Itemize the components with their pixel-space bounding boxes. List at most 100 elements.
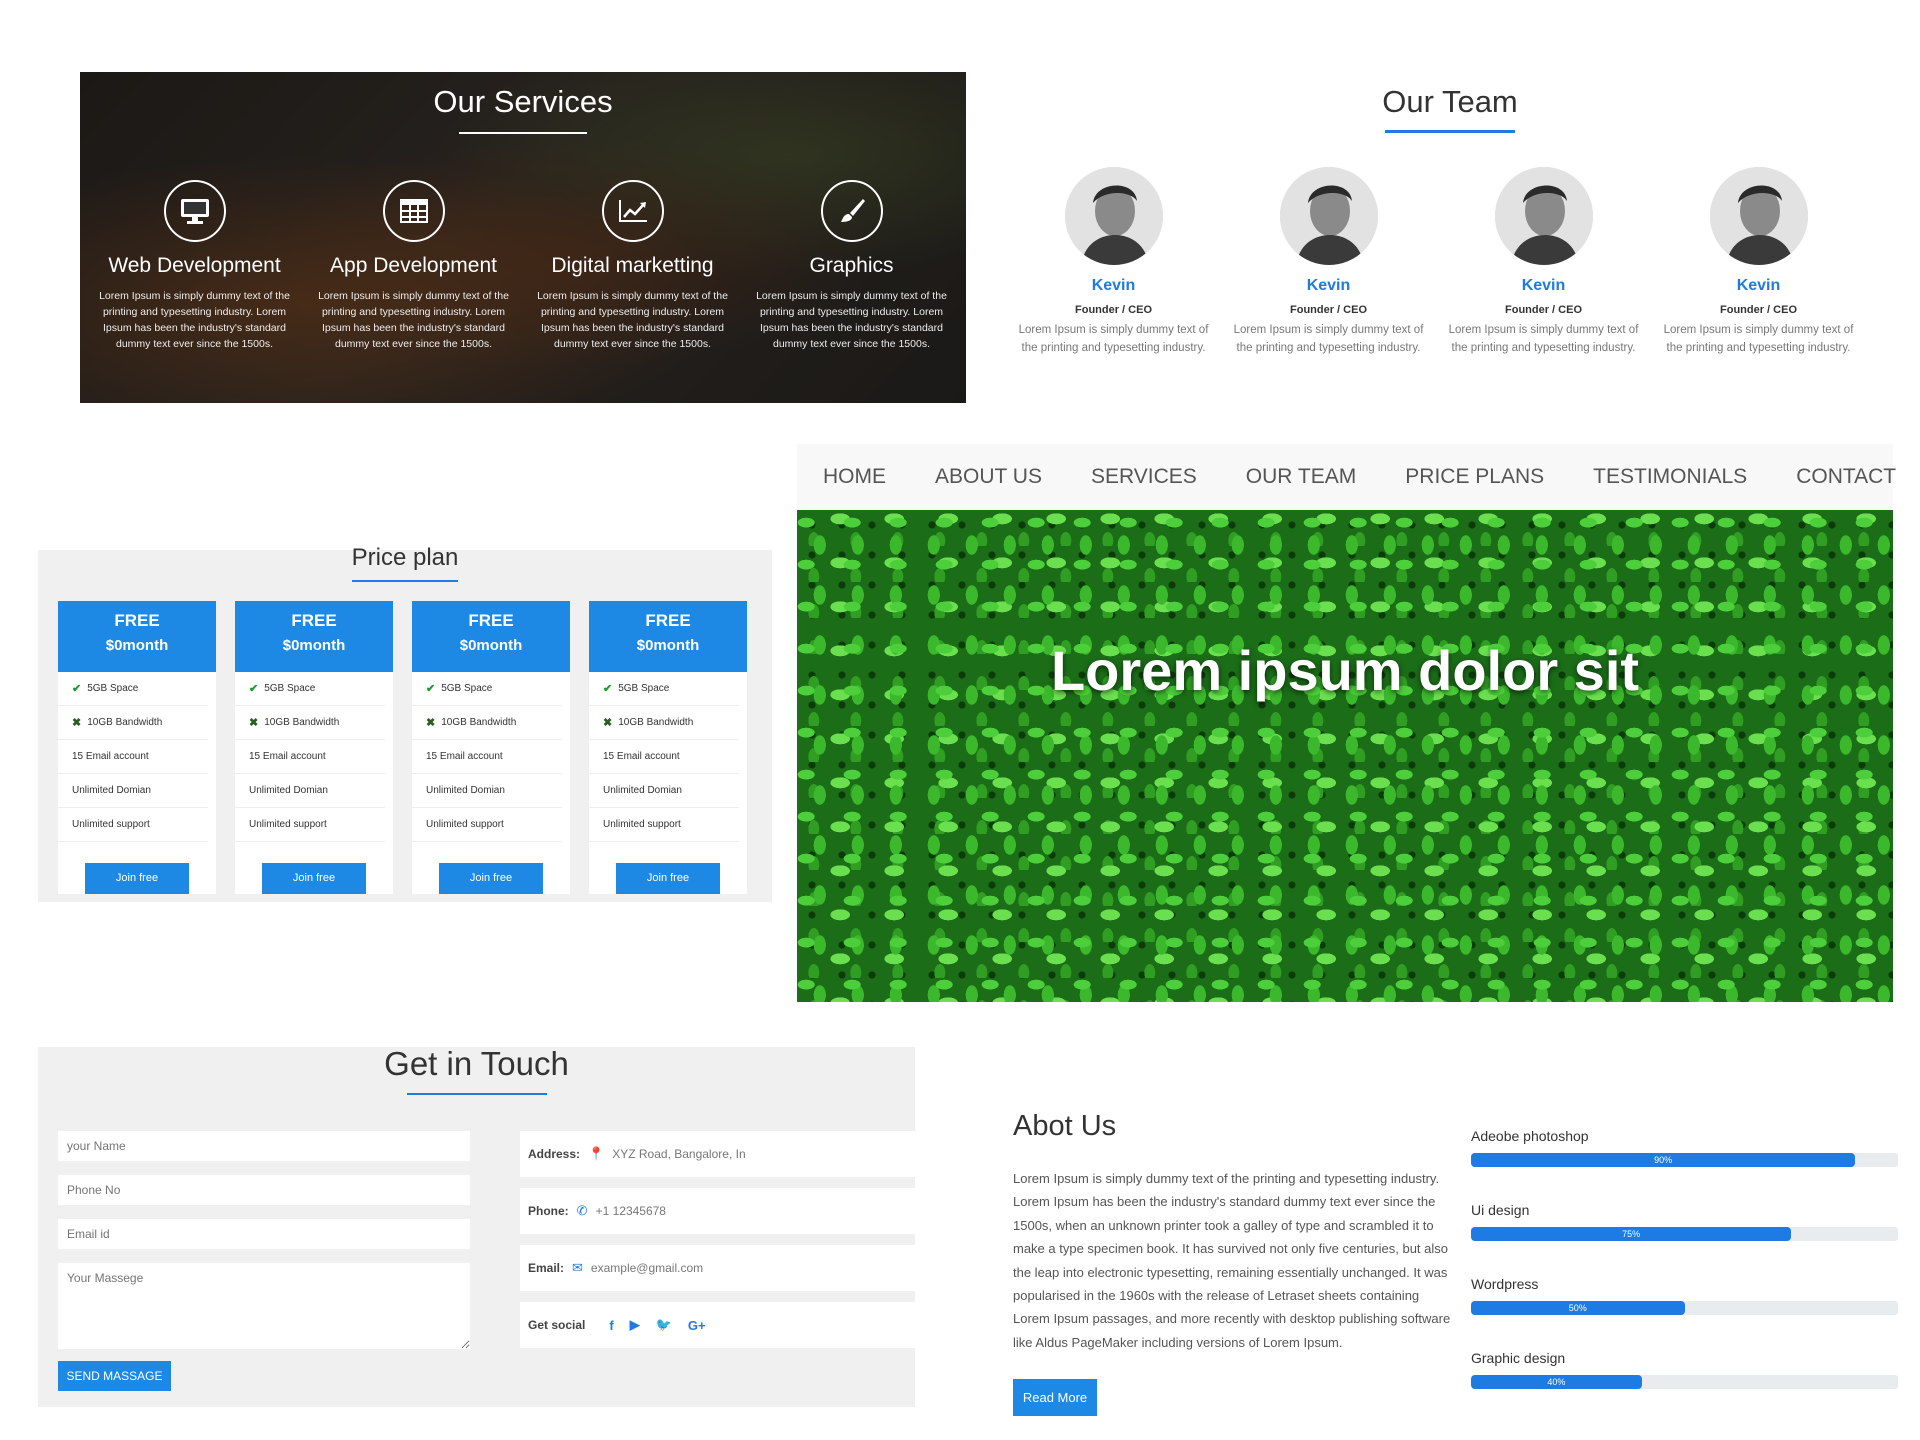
about-section: Abot Us Lorem Ipsum is simply dummy text…	[1013, 1110, 1453, 1417]
nav-testimonials[interactable]: TESTIMONIALS	[1593, 465, 1747, 489]
skill-item: Graphic design 40%	[1471, 1350, 1898, 1389]
join-free-button[interactable]: Join free	[616, 863, 720, 894]
nav-home[interactable]: HOME	[823, 465, 886, 489]
skill-progress-fill: 75%	[1471, 1227, 1792, 1241]
plan-name: FREE	[291, 611, 337, 630]
phone-row: Phone: ✆ +1 12345678	[520, 1188, 915, 1234]
member-desc: Lorem Ipsum is simply dummy text of the …	[1448, 324, 1639, 354]
price-plan-card: FREE $0month ✔ 5GB Space ✖ 10GB Bandwidth …	[235, 601, 393, 894]
plan-feature: Unlimited Domian	[412, 774, 562, 808]
nav-price-plans[interactable]: PRICE PLANS	[1405, 465, 1544, 489]
service-card: Digital marketting Lorem Ipsum is simply…	[523, 180, 742, 352]
team-member-card: Kevin Founder / CEO Lorem Ipsum is simpl…	[1651, 167, 1866, 357]
chart-line-icon	[601, 180, 664, 242]
twitter-icon[interactable]: 🐦	[656, 1317, 672, 1333]
skill-name: Graphic design	[1471, 1350, 1566, 1366]
service-desc: Lorem Ipsum is simply dummy text of the …	[756, 290, 947, 350]
plan-price: $0month	[459, 637, 523, 654]
send-message-button[interactable]: SEND MASSAGE	[58, 1361, 171, 1391]
nav-our-team[interactable]: OUR TEAM	[1246, 465, 1356, 489]
check-icon: ✔	[72, 682, 82, 695]
nav-services[interactable]: SERVICES	[1091, 465, 1197, 489]
member-desc: Lorem Ipsum is simply dummy text of the …	[1663, 324, 1854, 354]
service-desc: Lorem Ipsum is simply dummy text of the …	[318, 290, 509, 350]
plan-feature: Unlimited Domian	[235, 774, 385, 808]
price-plan-card: FREE $0month ✔ 5GB Space ✖ 10GB Bandwidth …	[58, 601, 216, 894]
plan-name: FREE	[468, 611, 514, 630]
service-desc: Lorem Ipsum is simply dummy text of the …	[99, 290, 290, 350]
email-row: Email: ✉ example@gmail.com	[520, 1245, 915, 1291]
facebook-icon[interactable]: f	[609, 1318, 613, 1333]
member-desc: Lorem Ipsum is simply dummy text of the …	[1233, 324, 1424, 354]
message-textarea[interactable]	[58, 1263, 470, 1349]
skill-progress-track: 90%	[1471, 1153, 1898, 1167]
avatar	[1709, 167, 1808, 265]
member-name[interactable]: Kevin	[1436, 277, 1651, 295]
plan-price: $0month	[282, 637, 346, 654]
phone-input[interactable]	[58, 1175, 470, 1205]
services-title-underline	[459, 132, 587, 134]
service-title: Graphics	[809, 254, 894, 277]
service-card: App Development Lorem Ipsum is simply du…	[304, 180, 523, 352]
join-free-button[interactable]: Join free	[439, 863, 543, 894]
plan-feature: ✖ 10GB Bandwidth	[58, 706, 208, 740]
read-more-button[interactable]: Read More	[1013, 1379, 1097, 1417]
cross-icon: ✖	[249, 716, 259, 729]
member-role: Founder / CEO	[1720, 304, 1797, 316]
skill-progress-track: 75%	[1471, 1227, 1898, 1241]
team-member-card: Kevin Founder / CEO Lorem Ipsum is simpl…	[1436, 167, 1651, 357]
plan-name: FREE	[114, 611, 160, 630]
email-value[interactable]: example@gmail.com	[591, 1261, 703, 1275]
plan-feature: ✖ 10GB Bandwidth	[235, 706, 385, 740]
skill-item: Adeobe photoshop 90%	[1471, 1128, 1898, 1167]
join-free-button[interactable]: Join free	[262, 863, 366, 894]
nav-contact[interactable]: CONTACT	[1796, 465, 1896, 489]
address-value: XYZ Road, Bangalore, In	[612, 1147, 746, 1161]
name-input[interactable]	[58, 1131, 470, 1161]
plan-feature: Unlimited support	[589, 808, 739, 842]
plan-feature: Unlimited Domian	[58, 774, 208, 808]
member-name[interactable]: Kevin	[1006, 277, 1221, 295]
avatar	[1064, 167, 1163, 265]
plan-feature: 15 Email account	[412, 740, 562, 774]
check-icon: ✔	[426, 682, 436, 695]
member-name[interactable]: Kevin	[1221, 277, 1436, 295]
phone-icon: ✆	[576, 1203, 588, 1218]
avatar	[1494, 167, 1593, 265]
plan-price: $0month	[105, 637, 169, 654]
team-title: Our Team	[1382, 84, 1518, 119]
contact-title-underline	[406, 1093, 547, 1095]
skill-progress-fill: 50%	[1471, 1301, 1685, 1315]
service-title: App Development	[330, 254, 497, 277]
services-title: Our Services	[433, 84, 613, 119]
member-desc: Lorem Ipsum is simply dummy text of the …	[1018, 324, 1209, 354]
plan-feature: 15 Email account	[235, 740, 385, 774]
plan-name: FREE	[645, 611, 691, 630]
youtube-icon[interactable]: ▶	[630, 1317, 640, 1333]
member-name[interactable]: Kevin	[1651, 277, 1866, 295]
plan-feature: ✔ 5GB Space	[412, 672, 562, 706]
cross-icon: ✖	[603, 716, 613, 729]
cross-icon: ✖	[72, 716, 82, 729]
google-plus-icon[interactable]: G+	[688, 1318, 706, 1333]
plan-feature: 15 Email account	[589, 740, 739, 774]
skill-name: Wordpress	[1471, 1276, 1539, 1292]
phone-label: Phone:	[528, 1204, 569, 1218]
monitor-icon	[163, 180, 226, 242]
contact-form	[58, 1131, 470, 1363]
about-title: Abot Us	[1013, 1110, 1117, 1142]
member-role: Founder / CEO	[1075, 304, 1152, 316]
email-input[interactable]	[58, 1219, 470, 1249]
plan-price: $0month	[636, 637, 700, 654]
price-plan-card: FREE $0month ✔ 5GB Space ✖ 10GB Bandwidth …	[412, 601, 570, 894]
phone-value: +1 12345678	[595, 1204, 666, 1218]
plan-feature: ✖ 10GB Bandwidth	[412, 706, 562, 740]
nav-about-us[interactable]: ABOUT US	[935, 465, 1042, 489]
contact-title: Get in Touch	[384, 1045, 569, 1082]
plan-feature: ✔ 5GB Space	[589, 672, 739, 706]
cross-icon: ✖	[426, 716, 436, 729]
join-free-button[interactable]: Join free	[85, 863, 189, 894]
plan-feature: 15 Email account	[58, 740, 208, 774]
about-text: Lorem Ipsum is simply dummy text of the …	[1013, 1171, 1451, 1350]
contact-section: Get in Touch SEND MASSAGE Address: 📍 XYZ…	[38, 1045, 915, 1407]
